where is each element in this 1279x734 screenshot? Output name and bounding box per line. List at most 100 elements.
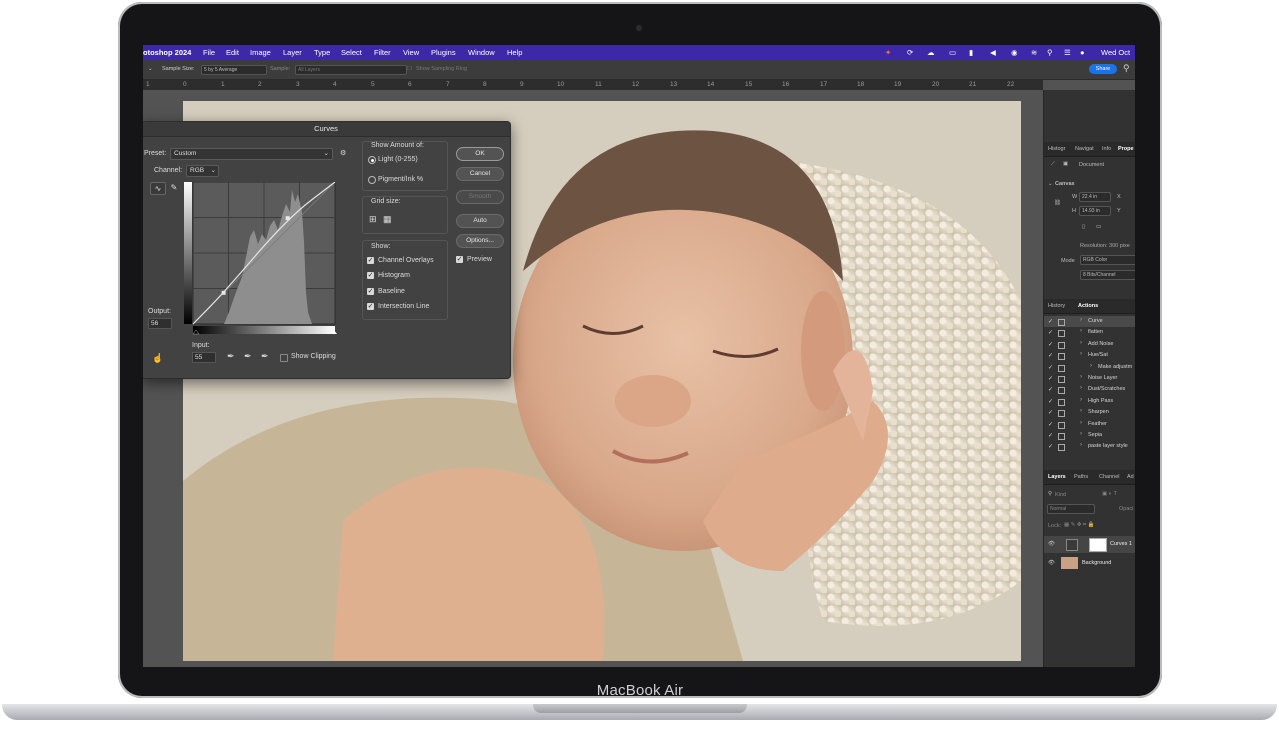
menubar-clock[interactable]: Wed Oct (1101, 48, 1130, 57)
layer-filter-icons[interactable]: ▣ ◐ T (1102, 491, 1117, 497)
menu-help[interactable]: Help (507, 48, 522, 57)
layer-mask-thumbnail[interactable] (1089, 538, 1107, 552)
menu-window[interactable]: Window (468, 48, 495, 57)
tab-navigator[interactable]: Navigat (1075, 146, 1094, 152)
auto-button[interactable]: Auto (456, 214, 504, 228)
tab-history[interactable]: History (1048, 303, 1065, 309)
share-button[interactable]: Share (1089, 64, 1117, 74)
tab-histogram[interactable]: Histogr (1048, 146, 1065, 152)
chevron-right-icon[interactable]: › (1080, 351, 1082, 357)
check-icon[interactable]: ✓ (1048, 432, 1053, 439)
visibility-eye-icon[interactable]: 👁 (1048, 560, 1055, 566)
menu-select[interactable]: Select (341, 48, 362, 57)
dialog-toggle-icon[interactable] (1058, 364, 1065, 372)
kind-filter-label[interactable]: Kind (1055, 492, 1066, 498)
show-clipping-checkbox[interactable] (280, 354, 288, 362)
white-eyedropper-icon[interactable]: ✒ (261, 351, 269, 362)
light-radio[interactable] (368, 156, 376, 164)
sample-select[interactable]: All Layers (295, 65, 407, 75)
input-value-field[interactable]: 55 (192, 352, 216, 363)
chevron-right-icon[interactable]: › (1080, 408, 1082, 414)
menu-plugins[interactable]: Plugins (431, 48, 456, 57)
menu-file[interactable]: File (203, 48, 215, 57)
action-item[interactable]: ✓ › flatten (1044, 327, 1135, 338)
preset-options-gear-icon[interactable]: ⚙ (340, 149, 346, 157)
check-icon[interactable]: ✓ (1048, 352, 1053, 359)
baseline-checkbox[interactable]: ✓ (367, 288, 374, 295)
wifi-icon[interactable]: ≋ (1031, 48, 1037, 57)
smooth-button[interactable]: Smooth (456, 190, 504, 204)
tab-actions[interactable]: Actions (1078, 303, 1098, 309)
action-item[interactable]: ✓ › Feather (1044, 419, 1135, 430)
tab-layers[interactable]: Layers (1048, 474, 1066, 480)
tab-properties[interactable]: Prope (1118, 146, 1134, 152)
lock-options-icons[interactable]: ▦ ✎ ✥ ⌗ 🔒 (1064, 522, 1094, 529)
sample-size-select[interactable]: 5 by 5 Average (201, 65, 267, 75)
volume-icon[interactable]: ◀ (990, 48, 996, 57)
record-icon[interactable]: ◉ (1011, 48, 1018, 57)
tab-paths[interactable]: Paths (1074, 474, 1088, 480)
filter-search-icon[interactable]: ⚲ (1048, 491, 1052, 497)
dialog-toggle-icon[interactable] (1058, 387, 1065, 395)
check-icon[interactable]: ✓ (1048, 341, 1053, 348)
action-item[interactable]: ✓ › paste layer style (1044, 441, 1135, 452)
show-sampling-ring-checkbox[interactable]: ☐ (407, 66, 412, 72)
action-item[interactable]: ✓ › Dust/Scratches (1044, 384, 1135, 395)
channel-select[interactable]: RGB ⌄ (186, 165, 219, 177)
check-icon[interactable]: ✓ (1048, 318, 1053, 325)
action-item[interactable]: ✓ › Sharpen (1044, 407, 1135, 418)
orientation-landscape-icon[interactable]: ▭ (1096, 224, 1101, 230)
cloud-sync-icon[interactable]: ☁ (927, 48, 935, 57)
dialog-toggle-icon[interactable] (1058, 353, 1065, 361)
check-icon[interactable]: ✓ (1048, 398, 1053, 405)
menu-image[interactable]: Image (250, 48, 271, 57)
tool-preset-chevron-icon[interactable]: ⌄ (148, 66, 153, 72)
layer-name[interactable]: Curves 1 (1110, 541, 1132, 547)
width-field[interactable]: 22.4 in (1079, 192, 1111, 202)
output-value-field[interactable]: 56 (148, 318, 172, 329)
chevron-right-icon[interactable]: › (1080, 431, 1082, 437)
menu-filter[interactable]: Filter (374, 48, 391, 57)
preset-select[interactable]: Custom ⌄ (170, 148, 333, 160)
black-eyedropper-icon[interactable]: ✒ (227, 351, 235, 362)
ok-button[interactable]: OK (456, 147, 504, 161)
action-item[interactable]: ✓ › Curve (1044, 316, 1135, 327)
siri-icon[interactable]: ● (1080, 48, 1085, 57)
chevron-right-icon[interactable]: › (1080, 317, 1082, 323)
chevron-right-icon[interactable]: › (1080, 442, 1082, 448)
chevron-right-icon[interactable]: › (1080, 340, 1082, 346)
simple-grid-icon[interactable]: ⊞ (369, 214, 377, 225)
check-icon[interactable]: ✓ (1048, 329, 1053, 336)
chevron-right-icon[interactable]: › (1080, 374, 1082, 380)
check-icon[interactable]: ✓ (1048, 364, 1053, 371)
preview-checkbox[interactable]: ✓ (456, 256, 463, 263)
layer-row-background[interactable]: 👁 Background (1044, 555, 1135, 572)
curves-graph[interactable] (184, 182, 338, 338)
pencil-draw-tool-icon[interactable]: ✎ (167, 182, 181, 193)
link-dimensions-icon[interactable]: ⛓ (1054, 200, 1061, 206)
bit-depth-select[interactable]: 8 Bits/Channel (1080, 270, 1135, 280)
app-menu[interactable]: otoshop 2024 (143, 48, 191, 57)
action-item[interactable]: ✓ › Noise Layer (1044, 373, 1135, 384)
action-item[interactable]: ✓ › Add Noise (1044, 339, 1135, 350)
action-item[interactable]: ✓ › Make adjustm (1044, 362, 1135, 373)
options-button[interactable]: Options... (456, 234, 504, 248)
targeted-adjustment-hand-icon[interactable]: ☝ (152, 353, 163, 364)
curve-control-point[interactable] (285, 216, 290, 221)
dialog-toggle-icon[interactable] (1058, 376, 1065, 383)
creative-cloud-icon[interactable]: ⟳ (907, 48, 913, 57)
intersection-line-checkbox[interactable]: ✓ (367, 303, 374, 310)
orientation-portrait-icon[interactable]: ▯ (1082, 224, 1085, 230)
curve-control-point[interactable] (221, 290, 226, 295)
plugin-status-icon[interactable]: ✦ (885, 48, 891, 57)
layer-row-curves[interactable]: 👁 Curves 1 (1044, 536, 1135, 553)
histogram-checkbox[interactable]: ✓ (367, 272, 374, 279)
display-icon[interactable]: ▭ (949, 48, 956, 57)
chevron-right-icon[interactable]: › (1080, 328, 1082, 334)
dialog-toggle-icon[interactable] (1058, 398, 1065, 406)
chevron-right-icon[interactable]: › (1080, 385, 1082, 391)
action-item[interactable]: ✓ › High Pass (1044, 396, 1135, 407)
search-icon[interactable]: ⚲ (1123, 63, 1130, 74)
dialog-toggle-icon[interactable] (1058, 433, 1065, 440)
curve-edit-points-tool-icon[interactable]: ∿ (150, 182, 166, 195)
